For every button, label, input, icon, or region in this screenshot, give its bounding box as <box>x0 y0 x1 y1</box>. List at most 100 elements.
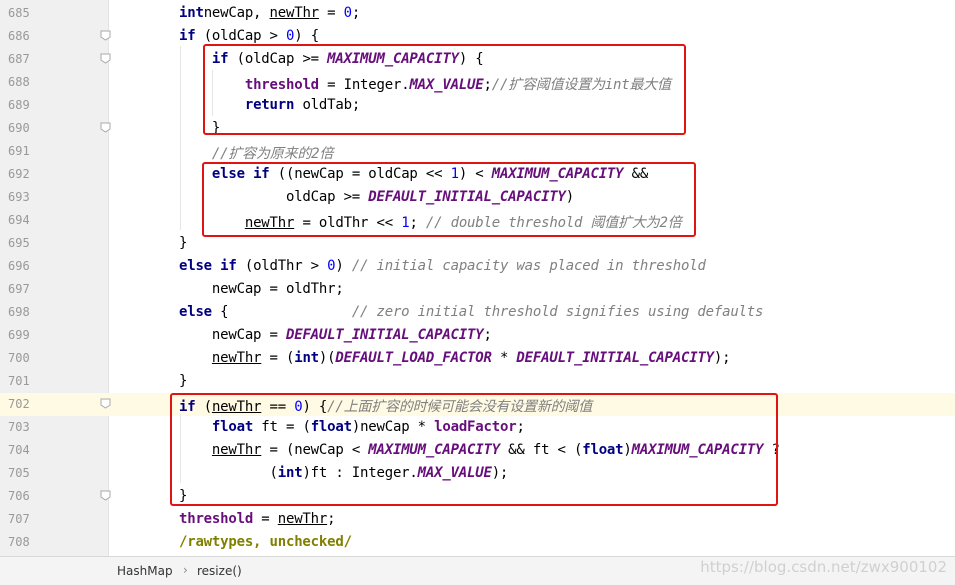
code-token: ) { <box>294 28 319 44</box>
code-token: ; <box>327 511 336 527</box>
line-number: 700 <box>8 351 30 365</box>
line-number: 690 <box>8 121 30 135</box>
code-editor[interactable]: 685 intnewCap, newThr = 0; 686 if (oldCap >… <box>0 0 955 556</box>
code-line[interactable]: 708/rawtypes, unchecked/ <box>0 531 955 554</box>
line-number: 692 <box>8 167 30 181</box>
highlight-box-max-capacity <box>203 44 686 135</box>
code-token: ; <box>351 5 361 21</box>
breadcrumb-separator: › <box>183 563 188 577</box>
breadcrumb-bar: HashMap › resize() https://blog.csdn.net… <box>0 556 955 585</box>
fold-marker-icon[interactable] <box>100 490 111 501</box>
line-number: 703 <box>8 420 30 434</box>
code-token: } <box>179 373 188 389</box>
line-number: 708 <box>8 535 30 549</box>
highlight-box-newthr-zero <box>170 393 778 506</box>
line-number: 687 <box>8 52 30 66</box>
code-token: (oldCap > <box>195 28 286 44</box>
watermark: https://blog.csdn.net/zwx900102 <box>700 558 947 576</box>
code-text: else { // zero initial threshold signifi… <box>179 304 763 320</box>
code-text: } <box>179 373 187 389</box>
code-line[interactable]: 685 intnewCap, newThr = 0; <box>0 2 955 25</box>
code-token: // zero initial threshold signifies usin… <box>351 304 764 320</box>
code-token: //扩容为原来的2倍 <box>211 146 334 162</box>
code-token: if <box>179 28 196 44</box>
code-token: ) <box>335 258 352 274</box>
line-number: 704 <box>8 443 30 457</box>
highlight-box-double <box>202 162 696 237</box>
code-token: 0 <box>343 5 352 21</box>
line-number: 705 <box>8 466 30 480</box>
line-number: 699 <box>8 328 30 342</box>
line-number: 696 <box>8 259 30 273</box>
fold-marker-icon[interactable] <box>100 122 111 133</box>
line-number: 693 <box>8 190 30 204</box>
code-token: = <box>318 5 344 21</box>
code-line[interactable]: 699 newCap = DEFAULT_INITIAL_CAPACITY; <box>0 324 955 347</box>
line-number: 691 <box>8 144 30 158</box>
code-token: newThr <box>269 5 320 21</box>
code-token: = ( <box>261 350 295 366</box>
code-text: newCap = oldThr; <box>179 281 344 297</box>
code-line[interactable]: 691 //扩容为原来的2倍 <box>0 140 955 163</box>
line-number: 697 <box>8 282 30 296</box>
code-token: DEFAULT_INITIAL_CAPACITY <box>285 327 484 343</box>
code-token: else <box>179 304 212 320</box>
line-number: 689 <box>8 98 30 112</box>
code-token: (oldThr > <box>236 258 328 274</box>
line-number: 707 <box>8 512 30 526</box>
code-token: int <box>294 350 319 366</box>
breadcrumb-method[interactable]: resize() <box>197 564 242 578</box>
code-token: /rawtypes, unchecked/ <box>179 534 352 550</box>
code-token: newCap, <box>203 5 270 21</box>
line-number: 702 <box>8 397 30 411</box>
code-text: intnewCap, newThr = 0; <box>179 5 360 21</box>
code-text: threshold = newThr; <box>179 511 336 527</box>
code-text: newThr = (int)(DEFAULT_LOAD_FACTOR * DEF… <box>179 350 731 366</box>
fold-marker-icon[interactable] <box>100 30 111 41</box>
code-token: ); <box>713 350 731 366</box>
code-token: = <box>253 511 278 527</box>
code-token: newThr <box>211 350 262 366</box>
code-token: DEFAULT_INITIAL_CAPACITY <box>516 350 714 366</box>
code-line[interactable]: 707 threshold = newThr; <box>0 508 955 531</box>
code-token: DEFAULT_LOAD_FACTOR <box>335 350 492 366</box>
code-text: newCap = DEFAULT_INITIAL_CAPACITY; <box>179 327 492 343</box>
code-line[interactable]: 700 newThr = (int)(DEFAULT_LOAD_FACTOR *… <box>0 347 955 370</box>
line-number: 701 <box>8 374 30 388</box>
code-token: // initial capacity was placed in thresh… <box>351 258 706 274</box>
code-token: * <box>491 350 517 366</box>
code-line[interactable]: 698 else { // zero initial threshold sign… <box>0 301 955 324</box>
code-token: newCap = <box>179 327 286 343</box>
indent-guide <box>180 46 181 230</box>
code-token: threshold <box>179 511 254 527</box>
fold-marker-icon[interactable] <box>100 398 111 409</box>
code-line[interactable]: 697 newCap = oldThr; <box>0 278 955 301</box>
line-number: 685 <box>8 6 30 20</box>
code-token: newCap = oldThr; <box>179 281 344 297</box>
fold-marker-icon[interactable] <box>100 53 111 64</box>
code-text: } <box>179 235 187 251</box>
code-token: else if <box>179 258 237 274</box>
code-token: { <box>211 304 352 320</box>
code-text: //扩容为原来的2倍 <box>179 143 333 163</box>
code-token: newThr <box>277 511 328 527</box>
breadcrumb-class[interactable]: HashMap <box>117 564 173 578</box>
line-number: 698 <box>8 305 30 319</box>
line-number: 688 <box>8 75 30 89</box>
line-number: 695 <box>8 236 30 250</box>
code-token: ; <box>483 327 492 343</box>
code-token: } <box>179 235 188 251</box>
code-text: if (oldCap > 0) { <box>179 28 319 44</box>
line-number: 686 <box>8 29 30 43</box>
code-text: else if (oldThr > 0) // initial capacity… <box>179 258 706 274</box>
line-number: 694 <box>8 213 30 227</box>
code-token: 0 <box>286 28 295 44</box>
code-token: )( <box>318 350 336 366</box>
code-text: /rawtypes, unchecked/ <box>179 534 352 550</box>
code-line[interactable]: 701} <box>0 370 955 393</box>
line-number: 706 <box>8 489 30 503</box>
code-token: int <box>179 5 204 21</box>
code-line[interactable]: 696 else if (oldThr > 0) // initial capac… <box>0 255 955 278</box>
